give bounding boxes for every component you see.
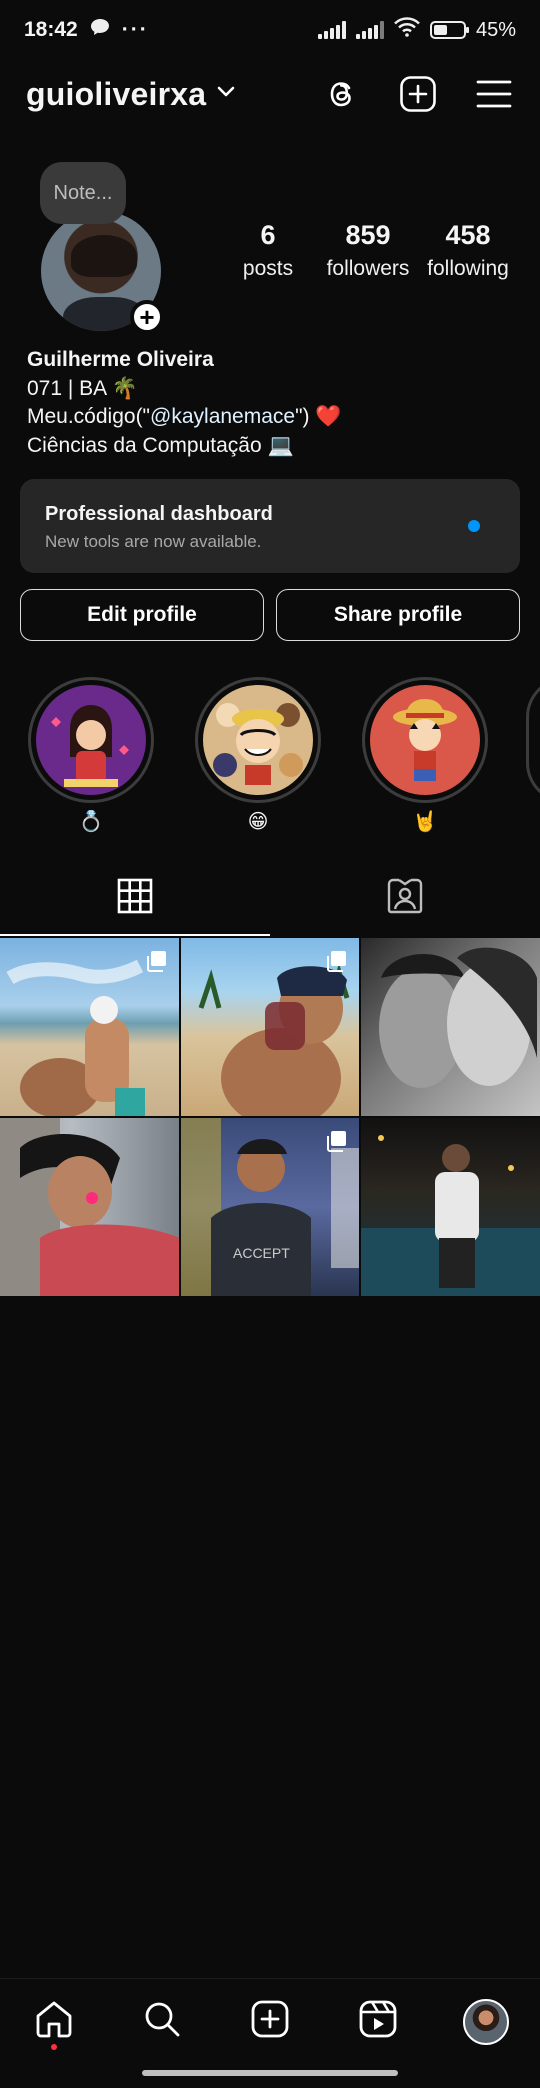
carousel-icon bbox=[325, 1130, 347, 1152]
create-post-icon[interactable] bbox=[398, 74, 438, 114]
story-highlights: 💍 😁 🤘 bbox=[28, 677, 488, 835]
stat-label: posts bbox=[242, 257, 294, 280]
search-icon bbox=[142, 1999, 182, 2044]
edit-profile-button[interactable]: Edit profile bbox=[20, 589, 264, 641]
highlight-item[interactable]: 😁 bbox=[195, 677, 321, 835]
post-thumbnail[interactable] bbox=[361, 1118, 540, 1296]
nav-home[interactable] bbox=[24, 1992, 84, 2052]
nav-profile[interactable] bbox=[456, 1992, 516, 2052]
professional-dashboard[interactable]: Professional dashboard New tools are now… bbox=[20, 479, 520, 573]
dashboard-subtitle: New tools are now available. bbox=[45, 532, 262, 551]
highlight-cover-image bbox=[370, 685, 480, 795]
status-bar: 18:42 ··· 45% bbox=[0, 0, 540, 60]
threads-icon[interactable] bbox=[322, 74, 362, 114]
status-time: 18:42 bbox=[24, 18, 78, 41]
highlight-item[interactable]: 💍 bbox=[28, 677, 154, 835]
bio-code-prefix: Meu.código(" bbox=[27, 405, 151, 428]
battery-percent: 45% bbox=[475, 18, 516, 41]
nav-search[interactable] bbox=[132, 1992, 192, 2052]
display-name: Guilherme Oliveira bbox=[27, 348, 214, 371]
bio-line-course: Ciências da Computação 💻 bbox=[27, 433, 294, 457]
highlight-item-partial[interactable] bbox=[526, 677, 540, 803]
notification-dot bbox=[51, 2043, 57, 2050]
carousel-icon bbox=[145, 950, 167, 972]
new-indicator-dot bbox=[468, 520, 480, 532]
chat-notification-icon bbox=[90, 18, 110, 42]
post-thumbnail[interactable] bbox=[361, 938, 540, 1116]
profile-header: guioliveirxa bbox=[0, 68, 540, 120]
grid-icon bbox=[117, 878, 153, 919]
reels-icon bbox=[358, 1999, 398, 2044]
battery-icon bbox=[429, 21, 469, 39]
username-switcher[interactable]: guioliveirxa bbox=[26, 76, 206, 113]
bio-line-location: 071 | BA 🌴 bbox=[27, 376, 138, 400]
profile-bio: Guilherme Oliveira 071 | BA 🌴 Meu.código… bbox=[27, 346, 342, 460]
bio-line-code: Meu.código("@kaylanemace") ❤️ bbox=[27, 403, 342, 432]
highlight-ring bbox=[362, 677, 488, 803]
profile-avatar[interactable]: + bbox=[38, 208, 164, 334]
nav-reels[interactable] bbox=[348, 1992, 408, 2052]
post-thumbnail[interactable]: ACCEPT bbox=[180, 1118, 360, 1296]
nav-create[interactable] bbox=[240, 1992, 300, 2052]
bio-code-suffix: ") bbox=[295, 405, 316, 428]
bottom-navigation bbox=[0, 1978, 540, 2064]
profile-tabs bbox=[0, 860, 540, 936]
signal-icon-2 bbox=[355, 21, 384, 39]
note-bubble[interactable]: Note... bbox=[40, 162, 126, 224]
profile-stats: 6 posts 859 followers 458 following bbox=[218, 220, 518, 281]
tab-posts-grid[interactable] bbox=[0, 860, 270, 936]
create-icon bbox=[250, 1999, 290, 2044]
carousel-icon bbox=[325, 950, 347, 972]
highlight-ring bbox=[28, 677, 154, 803]
chevron-down-icon[interactable] bbox=[216, 85, 236, 104]
stat-value: 458 bbox=[445, 220, 491, 250]
menu-icon[interactable] bbox=[474, 74, 514, 114]
posts-grid: ACCEPT bbox=[0, 938, 540, 1296]
stat-value: 859 bbox=[345, 220, 391, 250]
dashboard-title: Professional dashboard bbox=[45, 503, 273, 525]
post-thumbnail[interactable] bbox=[180, 938, 360, 1116]
bio-mention-link[interactable]: @kaylanemace bbox=[150, 405, 295, 428]
home-icon bbox=[34, 1999, 74, 2044]
highlight-cover-image bbox=[203, 685, 313, 795]
post-thumbnail[interactable] bbox=[0, 938, 179, 1116]
highlight-cover-image bbox=[36, 685, 146, 795]
stat-following[interactable]: 458 following bbox=[418, 220, 518, 281]
heart-emoji: ❤️ bbox=[315, 405, 342, 428]
highlight-item[interactable]: 🤘 bbox=[362, 677, 488, 835]
stat-posts[interactable]: 6 posts bbox=[218, 220, 318, 281]
post-thumbnail[interactable] bbox=[0, 1118, 179, 1296]
share-profile-button[interactable]: Share profile bbox=[276, 589, 520, 641]
stat-followers[interactable]: 859 followers bbox=[318, 220, 418, 281]
signal-icon-1 bbox=[317, 21, 346, 39]
tab-tagged[interactable] bbox=[270, 860, 540, 936]
svg-text:ACCEPT: ACCEPT bbox=[233, 1245, 290, 1261]
add-story-icon[interactable]: + bbox=[130, 300, 164, 334]
stat-label: following bbox=[427, 257, 509, 280]
home-indicator[interactable] bbox=[142, 2070, 398, 2076]
highlight-label: 😁 bbox=[247, 811, 269, 833]
profile-avatar-icon bbox=[463, 1998, 509, 2045]
more-notifications-icon: ··· bbox=[121, 18, 149, 41]
wifi-icon bbox=[394, 17, 420, 43]
profile-actions: Edit profile Share profile bbox=[20, 589, 520, 641]
stat-value: 6 bbox=[260, 220, 276, 250]
tagged-person-icon bbox=[386, 877, 424, 920]
highlight-ring bbox=[195, 677, 321, 803]
highlight-label: 🤘 bbox=[412, 811, 438, 833]
stat-label: followers bbox=[326, 257, 410, 280]
highlight-label: 💍 bbox=[78, 811, 104, 833]
